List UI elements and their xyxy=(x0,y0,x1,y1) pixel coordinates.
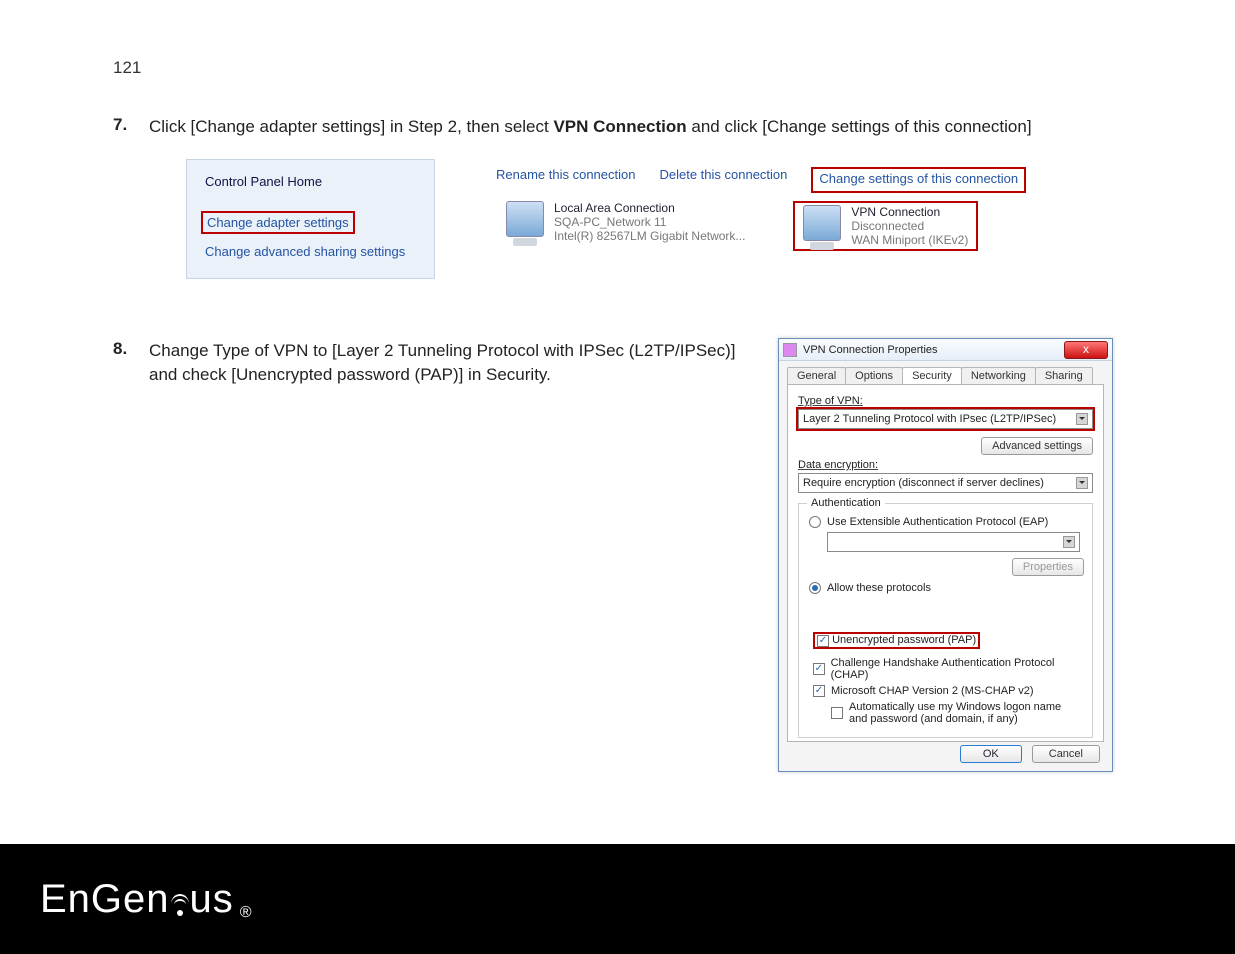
type-of-vpn-combo[interactable]: Layer 2 Tunneling Protocol with IPsec (L… xyxy=(798,409,1093,429)
conn1-title: Local Area Connection xyxy=(554,201,745,215)
wifi-icon xyxy=(170,898,190,916)
tab-sharing[interactable]: Sharing xyxy=(1035,367,1093,384)
radio-icon xyxy=(809,582,821,594)
mschap-checkbox[interactable]: Microsoft CHAP Version 2 (MS-CHAP v2) xyxy=(813,685,1084,697)
chap-checkbox[interactable]: Challenge Handshake Authentication Proto… xyxy=(813,657,1084,681)
allow-protocols-label: Allow these protocols xyxy=(827,582,931,594)
page-footer: EnGen us ® xyxy=(0,844,1235,954)
dialog-titlebar: VPN Connection Properties x xyxy=(779,339,1112,361)
tab-options[interactable]: Options xyxy=(845,367,903,384)
connection-vpn-text: VPN Connection Disconnected WAN Miniport… xyxy=(851,205,968,247)
pap-checkbox[interactable]: Unencrypted password (PAP) xyxy=(813,632,980,649)
step-7-text: Click [Change adapter settings] in Step … xyxy=(149,115,1032,139)
authentication-legend: Authentication xyxy=(807,497,885,509)
ok-button[interactable]: OK xyxy=(960,745,1022,763)
eap-radio-label: Use Extensible Authentication Protocol (… xyxy=(827,516,1048,528)
toolbar-delete[interactable]: Delete this connection xyxy=(659,167,787,193)
chap-label: Challenge Handshake Authentication Proto… xyxy=(831,657,1084,681)
conn1-device: Intel(R) 82567LM Gigabit Network... xyxy=(554,229,745,243)
logo-text-1: EnGen xyxy=(40,877,170,922)
data-encryption-combo[interactable]: Require encryption (disconnect if server… xyxy=(798,473,1093,493)
type-of-vpn-label: Type of VPN: xyxy=(798,395,1093,407)
step-8-num: 8. xyxy=(113,339,149,387)
logo-text-2: us xyxy=(190,877,234,922)
step-7: 7. Click [Change adapter settings] in St… xyxy=(113,115,1032,139)
link-change-adapter[interactable]: Change adapter settings xyxy=(201,211,355,234)
tab-general[interactable]: General xyxy=(787,367,846,384)
checkbox-icon xyxy=(813,685,825,697)
link-change-advanced-sharing[interactable]: Change advanced sharing settings xyxy=(205,244,416,259)
vpn-properties-dialog: VPN Connection Properties x General Opti… xyxy=(778,338,1113,772)
radio-icon xyxy=(809,516,821,528)
checkbox-icon xyxy=(817,635,829,647)
figure-control-panel: Control Panel Home Change adapter settin… xyxy=(186,159,1056,279)
data-encryption-label: Data encryption: xyxy=(798,459,1093,471)
toolbar-rename[interactable]: Rename this connection xyxy=(496,167,635,193)
conn2-device: WAN Miniport (IKEv2) xyxy=(851,233,968,247)
connection-vpn[interactable]: VPN Connection Disconnected WAN Miniport… xyxy=(793,201,978,251)
data-encryption-value: Require encryption (disconnect if server… xyxy=(803,477,1044,489)
registered-mark: ® xyxy=(240,904,253,922)
eap-properties-button: Properties xyxy=(1012,558,1084,576)
eap-radio[interactable]: Use Extensible Authentication Protocol (… xyxy=(809,516,1084,528)
step-7-post: and click [Change settings of this conne… xyxy=(687,117,1032,136)
connection-local-text: Local Area Connection SQA-PC_Network 11 … xyxy=(554,201,745,251)
engenius-logo: EnGen us ® xyxy=(40,877,253,922)
auto-windows-logon-checkbox[interactable]: Automatically use my Windows logon name … xyxy=(831,701,1084,725)
conn1-sub: SQA-PC_Network 11 xyxy=(554,215,745,229)
dialog-buttons: OK Cancel xyxy=(960,745,1100,763)
allow-protocols-radio[interactable]: Allow these protocols xyxy=(809,582,1084,594)
vpn-adapter-icon xyxy=(803,205,841,241)
toolbar: Rename this connection Delete this conne… xyxy=(496,167,1056,193)
connections-row: Local Area Connection SQA-PC_Network 11 … xyxy=(506,201,978,251)
step-8: 8. Change Type of VPN to [Layer 2 Tunnel… xyxy=(113,339,739,387)
advanced-settings-button[interactable]: Advanced settings xyxy=(981,437,1093,455)
authentication-fieldset: Authentication Use Extensible Authentica… xyxy=(798,503,1093,738)
eap-method-combo xyxy=(827,532,1080,552)
checkbox-icon xyxy=(831,707,843,719)
dialog-app-icon xyxy=(783,343,797,357)
auto-windows-logon-label: Automatically use my Windows logon name … xyxy=(849,701,1069,725)
tab-security[interactable]: Security xyxy=(902,367,962,384)
tab-networking[interactable]: Networking xyxy=(961,367,1036,384)
conn2-sub: Disconnected xyxy=(851,219,968,233)
control-panel-home: Control Panel Home xyxy=(205,174,416,189)
dialog-tabs: General Options Security Networking Shar… xyxy=(779,361,1112,384)
security-tabpage: Type of VPN: Layer 2 Tunneling Protocol … xyxy=(787,384,1104,742)
network-adapter-icon xyxy=(506,201,544,237)
conn2-title: VPN Connection xyxy=(851,205,968,219)
step-8-text: Change Type of VPN to [Layer 2 Tunneling… xyxy=(149,339,739,387)
step-7-num: 7. xyxy=(113,115,149,139)
close-button[interactable]: x xyxy=(1064,341,1108,359)
link-change-adapter-label: Change adapter settings xyxy=(207,215,349,230)
toolbar-change-settings[interactable]: Change settings of this connection xyxy=(811,167,1026,193)
cancel-button[interactable]: Cancel xyxy=(1032,745,1100,763)
step-7-bold: VPN Connection xyxy=(553,117,686,136)
checkbox-icon xyxy=(813,663,825,675)
chevron-down-icon xyxy=(1063,536,1075,548)
page-number: 121 xyxy=(113,58,141,78)
connection-local-area[interactable]: Local Area Connection SQA-PC_Network 11 … xyxy=(506,201,745,251)
type-of-vpn-value: Layer 2 Tunneling Protocol with IPsec (L… xyxy=(803,413,1056,425)
chevron-down-icon xyxy=(1076,413,1088,425)
chevron-down-icon xyxy=(1076,477,1088,489)
dialog-title: VPN Connection Properties xyxy=(803,344,1064,356)
protocol-list: Unencrypted password (PAP) Challenge Han… xyxy=(813,628,1084,725)
pap-label: Unencrypted password (PAP) xyxy=(832,634,976,646)
step-7-pre: Click [Change adapter settings] in Step … xyxy=(149,117,553,136)
mschap-label: Microsoft CHAP Version 2 (MS-CHAP v2) xyxy=(831,685,1034,697)
control-panel-sidebar: Control Panel Home Change adapter settin… xyxy=(186,159,435,279)
